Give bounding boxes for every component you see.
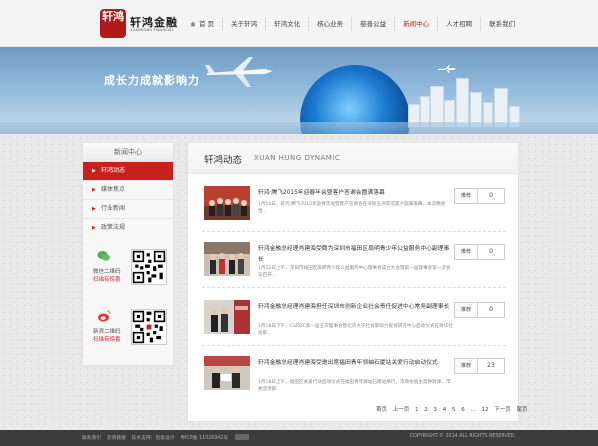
panel-header: 轩鸿动态 XUAN HUNG DYNAMIC: [188, 143, 518, 174]
news-title[interactable]: 轩鸿金融总经理肖建海受邀出席福田青年领袖石厦站关爱行动启动仪式: [258, 358, 454, 369]
logo-seal: 轩鸿: [100, 9, 126, 38]
logo-english: XUANHONG FINANCIAL: [130, 28, 174, 32]
weibo-qr-hint: 扫描有惊喜: [93, 337, 121, 343]
recommend-button[interactable]: 推荐: [454, 302, 478, 318]
news-item[interactable]: 轩鸿·腾飞2015年迎春年会暨客户答谢会圆满落幕 1月10日，轩鸿·腾飞2015…: [202, 179, 506, 232]
recommend-button[interactable]: 推荐: [454, 188, 478, 204]
pager-first[interactable]: 首页: [376, 407, 387, 413]
page-title: 轩鸿动态: [204, 155, 243, 166]
pager-ellipsis: ...: [470, 407, 476, 413]
news-thumbnail[interactable]: [204, 300, 250, 334]
footer-links: 联系我们 友情链接 技术支持：创意设计 粤ICP备 11026942号: [82, 434, 253, 441]
hero-banner: 成长力成就影响力: [0, 47, 598, 134]
nav-about[interactable]: 关于轩鸿: [223, 0, 265, 46]
nav-charity[interactable]: 慈善公益: [352, 0, 394, 46]
wechat-qr-hint: 扫描有惊喜: [93, 277, 121, 283]
news-thumbnail[interactable]: [204, 356, 250, 390]
stats-badge-icon[interactable]: [235, 434, 250, 440]
nav-business[interactable]: 核心业务: [309, 0, 351, 46]
news-thumbnail[interactable]: [204, 242, 250, 276]
logo[interactable]: 轩鸿 轩鸿金融 XUANHONG FINANCIAL: [100, 9, 188, 39]
weibo-qr-code: [131, 309, 167, 345]
arrow-right-icon: ▶: [92, 168, 96, 174]
sidebar: 新闻中心 ▶ 轩鸿动态 ▶ 媒体焦点 ▶ 行业新闻 ▶ 政策法规 微信二维码 扫描有惊喜: [82, 142, 174, 366]
pager-page-2[interactable]: 2: [424, 407, 428, 413]
news-summary: 1月18日下午，CSRDC第一届五次理事会暨北京大学社会影响力投资研究中心启动仪…: [258, 324, 453, 336]
sidebar-item-industry[interactable]: ▶ 行业新闻: [83, 199, 173, 218]
footer-copyright: COPYRIGHT © 2014 ALL RIGHTS RESERVED.: [409, 434, 516, 439]
news-panel: 轩鸿动态 XUAN HUNG DYNAMIC 轩鸿·腾飞2015年迎春年会暨客户…: [187, 142, 528, 422]
arrow-right-icon: ▶: [92, 206, 96, 212]
news-summary: 1月18日上午，福田区关爱行动启动仪式在福田青年驿站石厦站举行，市政协副主席钟晓…: [258, 380, 451, 392]
pager-page-12[interactable]: 12: [482, 407, 489, 413]
recommend-count: 0: [478, 188, 505, 204]
airplane-small-icon: [438, 65, 456, 73]
nav-careers[interactable]: 人才招聘: [438, 0, 480, 46]
footer-link-support[interactable]: 技术支持：创意设计: [131, 436, 174, 441]
sidebar-item-xuanhong-news[interactable]: ▶ 轩鸿动态: [83, 161, 173, 180]
recommend-count: 23: [478, 358, 505, 374]
banner-slogan: 成长力成就影响力: [104, 74, 200, 87]
weibo-icon: [98, 310, 111, 322]
site-footer: 联系我们 友情链接 技术支持：创意设计 粤ICP备 11026942号 COPY…: [0, 430, 598, 446]
wechat-qr-block: 微信二维码 扫描有惊喜: [89, 249, 169, 291]
arrow-right-icon: ▶: [92, 225, 96, 231]
news-item[interactable]: 轩鸿金融总经理肖建海受邀出席福田青年领袖石厦站关爱行动启动仪式 1月18日上午，…: [202, 349, 506, 401]
pager-prev[interactable]: 上一页: [393, 407, 410, 413]
wechat-qr-code: [131, 249, 167, 285]
news-title[interactable]: 轩鸿金融总经理肖建海受聘为深圳市福田区扇明青少年公益服务中心副理事长: [258, 244, 454, 266]
recommend-button[interactable]: 推荐: [454, 358, 478, 374]
page-title-english: XUAN HUNG DYNAMIC: [254, 154, 341, 162]
nav-news[interactable]: 新闻中心: [395, 0, 437, 46]
news-title[interactable]: 轩鸿金融总经理肖建海担任深圳市创新企业社会责任促进中心常务副理事长: [258, 302, 454, 313]
arrow-right-icon: ▶: [92, 187, 96, 193]
news-thumbnail[interactable]: [204, 186, 250, 220]
sidebar-title: 新闻中心: [83, 143, 173, 161]
footer-link-friends[interactable]: 友情链接: [107, 436, 126, 441]
pager-page-1[interactable]: 1: [415, 407, 419, 413]
news-item[interactable]: 轩鸿金融总经理肖建海担任深圳市创新企业社会责任促进中心常务副理事长 1月18日下…: [202, 293, 506, 346]
main-nav: 首 页 关于轩鸿 轩鸿文化 核心业务 慈善公益 新闻中心 人才招聘 联系我们: [182, 0, 523, 46]
home-icon: [190, 21, 196, 27]
news-summary: 1月22日上午，深圳市福田区扇明青少年公益服务中心理事会成立大会暨第一届理事会第…: [258, 266, 451, 278]
pagination: 首页 上一页 1 2 3 4 5 6 ... 12 下一页 尾页: [376, 405, 532, 413]
sidebar-item-policy[interactable]: ▶ 政策法规: [83, 218, 173, 237]
sidebar-item-media[interactable]: ▶ 媒体焦点: [83, 180, 173, 199]
pager-page-5[interactable]: 5: [452, 407, 456, 413]
site-header: 轩鸿 轩鸿金融 XUANHONG FINANCIAL 首 页 关于轩鸿 轩鸿文化…: [0, 0, 598, 47]
nav-home[interactable]: 首 页: [182, 0, 222, 46]
weibo-qr-label: 新浪二维码: [93, 329, 121, 335]
pager-last[interactable]: 尾页: [517, 407, 528, 413]
nav-contact[interactable]: 联系我们: [481, 0, 523, 46]
pager-page-6[interactable]: 6: [461, 407, 465, 413]
pager-page-3[interactable]: 3: [434, 407, 438, 413]
news-item[interactable]: 轩鸿金融总经理肖建海受聘为深圳市福田区扇明青少年公益服务中心副理事长 1月22日…: [202, 235, 506, 288]
city-skyline: [408, 78, 528, 128]
weibo-qr-block: 新浪二维码 扫描有惊喜: [89, 309, 169, 351]
wechat-icon: [97, 251, 110, 261]
news-title[interactable]: 轩鸿·腾飞2015年迎春年会暨客户答谢会圆满落幕: [258, 188, 454, 199]
recommend-button[interactable]: 推荐: [454, 244, 478, 260]
nav-culture[interactable]: 轩鸿文化: [266, 0, 308, 46]
pager-next[interactable]: 下一页: [494, 407, 511, 413]
footer-icp[interactable]: 粤ICP备 11026942号: [180, 436, 228, 441]
recommend-count: 0: [478, 302, 505, 318]
pager-page-4[interactable]: 4: [443, 407, 447, 413]
wechat-qr-label: 微信二维码: [93, 269, 121, 275]
footer-link-contact[interactable]: 联系我们: [82, 436, 101, 441]
news-summary: 1月10日，轩鸿·腾飞2015年迎春年会暨客户答谢会在深圳五洲宾馆盛大圆满落幕，…: [258, 202, 446, 214]
airplane-icon: [205, 57, 273, 87]
recommend-count: 0: [478, 244, 505, 260]
